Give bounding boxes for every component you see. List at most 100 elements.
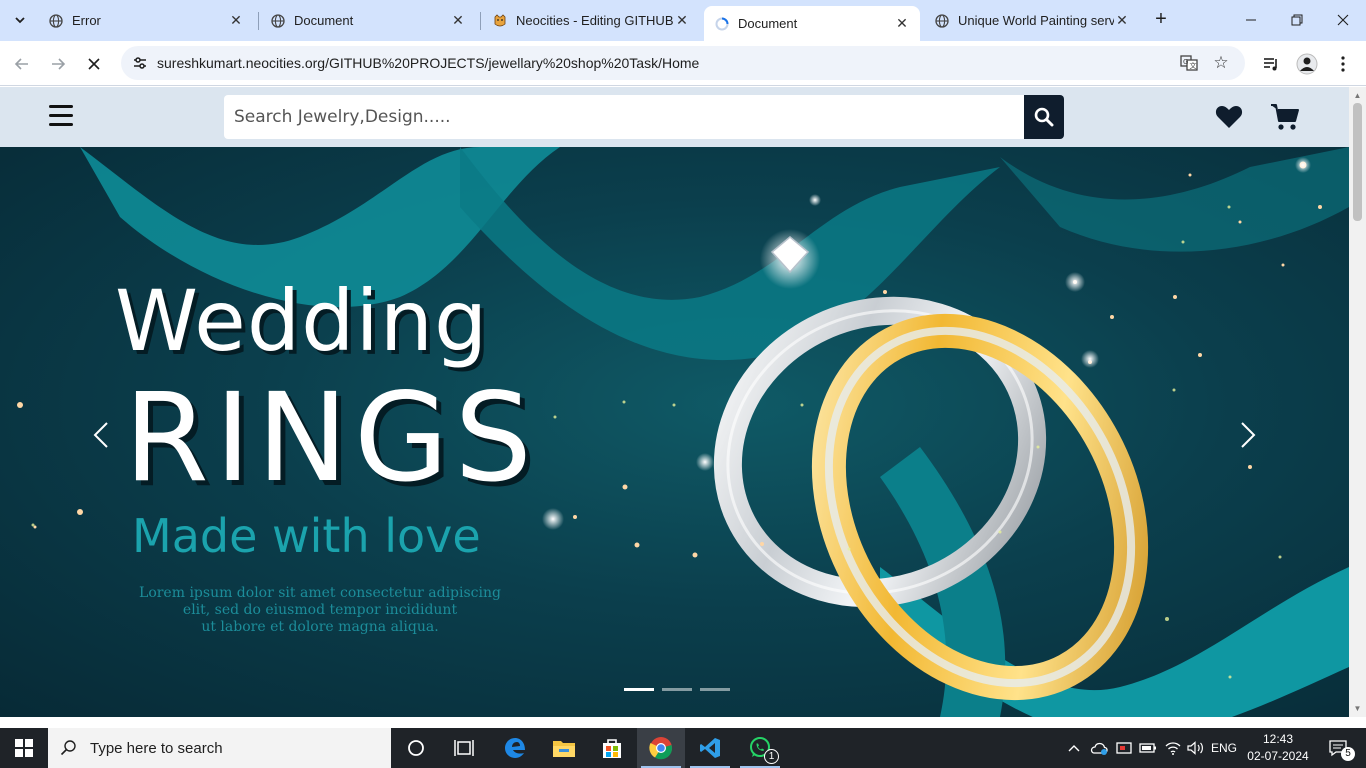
onedrive-icon[interactable] [1088,728,1110,768]
cortana-button[interactable] [392,728,440,768]
task-view-button[interactable] [440,728,488,768]
carousel-indicator[interactable] [700,688,730,691]
close-icon[interactable]: ✕ [228,12,244,29]
site-settings-icon[interactable] [131,54,149,72]
close-icon[interactable]: ✕ [894,15,910,32]
forward-button[interactable] [44,50,72,78]
vscode-icon [700,738,720,758]
edge-icon [505,738,525,758]
tab-strip: Error ✕ Document ✕ Neocities - Editing G… [0,0,1366,41]
notification-badge: 1 [764,749,779,764]
store-icon [603,739,621,758]
chrome-menu-icon[interactable] [1330,51,1356,77]
avatar-icon [1296,53,1318,75]
vscode-taskbar-button[interactable] [686,728,734,768]
minimize-button[interactable] [1228,0,1274,40]
chevron-up-icon [1068,745,1080,752]
notification-count-badge: 5 [1341,747,1355,761]
scroll-down-icon[interactable]: ▼ [1353,704,1362,713]
scroll-up-icon[interactable]: ▲ [1353,91,1362,100]
taskbar-search-box[interactable]: Type here to search [48,728,391,768]
carousel-next-button[interactable] [1233,415,1263,455]
clock-time: 12:43 [1262,732,1294,746]
tab-separator [258,12,259,30]
close-icon[interactable]: ✕ [674,12,690,29]
tab-title: Neocities - Editing GITHUB P [516,13,674,28]
clock[interactable]: 12:43 02-07-2024 [1240,731,1316,765]
meet-now-icon[interactable] [1113,728,1135,768]
loading-icon [714,16,730,32]
notification-center-button[interactable]: 5 [1320,728,1356,768]
hero-carousel: Wedding RINGS Made with love Lorem ipsum… [0,147,1349,717]
globe-icon [48,13,64,29]
taskbar-search-label: Type here to search [90,739,223,757]
language-indicator[interactable]: ENG [1208,728,1240,768]
translate-icon[interactable]: G文 [1179,53,1199,73]
cart-button[interactable] [1270,103,1300,131]
scroll-thumb[interactable] [1353,103,1362,221]
close-window-button[interactable] [1320,0,1366,40]
arrow-right-icon [52,58,66,70]
battery-icon[interactable] [1137,728,1159,768]
menu-icon[interactable] [49,105,73,127]
store-button[interactable] [588,728,636,768]
carousel-prev-button[interactable] [86,415,116,455]
clock-date: 02-07-2024 [1247,749,1309,763]
page-scrollbar[interactable]: ▲ ▼ [1349,87,1366,717]
url-text: sureshkumart.neocities.org/GITHUB%20PROJ… [157,55,700,71]
hero-title-line1: Wedding [115,272,489,370]
tab-title: Document [294,13,354,28]
carousel-indicator[interactable] [662,688,692,691]
close-icon[interactable]: ✕ [1114,12,1130,29]
windows-logo-icon [15,739,33,757]
stop-button[interactable] [80,50,108,78]
tab-neocities[interactable]: Neocities - Editing GITHUB P ✕ [482,6,700,35]
cortana-icon [408,740,424,756]
whatsapp-taskbar-button[interactable]: 1 [736,728,784,768]
search-input[interactable] [224,95,1024,139]
svg-text:文: 文 [1190,61,1197,70]
tab-title: Document [738,16,798,31]
tab-title: Unique World Painting servic [958,13,1114,28]
tab-search-button[interactable] [6,6,34,34]
profile-avatar[interactable] [1294,51,1320,77]
wishlist-button[interactable] [1214,103,1244,131]
tab-unique-world[interactable]: Unique World Painting servic ✕ [924,6,1140,35]
start-button[interactable] [0,728,48,768]
cart-icon [1271,104,1299,130]
new-tab-button[interactable]: + [1150,8,1172,30]
tab-document-active[interactable]: Document ✕ [704,6,920,41]
chevron-right-icon [1241,422,1256,448]
edge-taskbar-button[interactable] [491,728,539,768]
hero-description-line: ut labore et dolore magna aliqua. [201,619,439,635]
chrome-taskbar-button[interactable] [637,728,685,768]
close-icon[interactable]: ✕ [450,12,466,29]
web-page: Wedding RINGS Made with love Lorem ipsum… [0,87,1349,717]
search-button[interactable] [1024,95,1064,139]
neocities-cat-icon [492,13,508,29]
chevron-down-icon [15,17,25,24]
back-button[interactable] [8,50,36,78]
arrow-left-icon [14,58,28,70]
media-control-icon[interactable] [1258,51,1284,77]
globe-icon [270,13,286,29]
hero-description: Lorem ipsum dolor sit amet consectetur a… [110,585,530,636]
globe-icon [934,13,950,29]
wifi-icon[interactable] [1162,728,1184,768]
minimize-icon [1246,19,1256,21]
carousel-indicator[interactable] [624,688,654,691]
browser-toolbar: sureshkumart.neocities.org/GITHUB%20PROJ… [0,41,1366,86]
restore-button[interactable] [1274,0,1320,40]
hero-description-line: Lorem ipsum dolor sit amet consectetur a… [139,585,501,601]
site-header [0,87,1349,147]
show-hidden-icons-button[interactable] [1064,728,1084,768]
tab-error[interactable]: Error ✕ [38,6,254,35]
hero-subtitle: Made with love [132,509,481,563]
bookmark-star-icon[interactable]: ☆ [1211,53,1231,73]
volume-icon[interactable] [1185,728,1207,768]
address-bar[interactable]: sureshkumart.neocities.org/GITHUB%20PROJ… [121,46,1245,80]
tab-document[interactable]: Document ✕ [260,6,476,35]
file-explorer-button[interactable] [540,728,588,768]
task-view-icon [454,740,474,756]
carousel-indicators [624,688,730,691]
